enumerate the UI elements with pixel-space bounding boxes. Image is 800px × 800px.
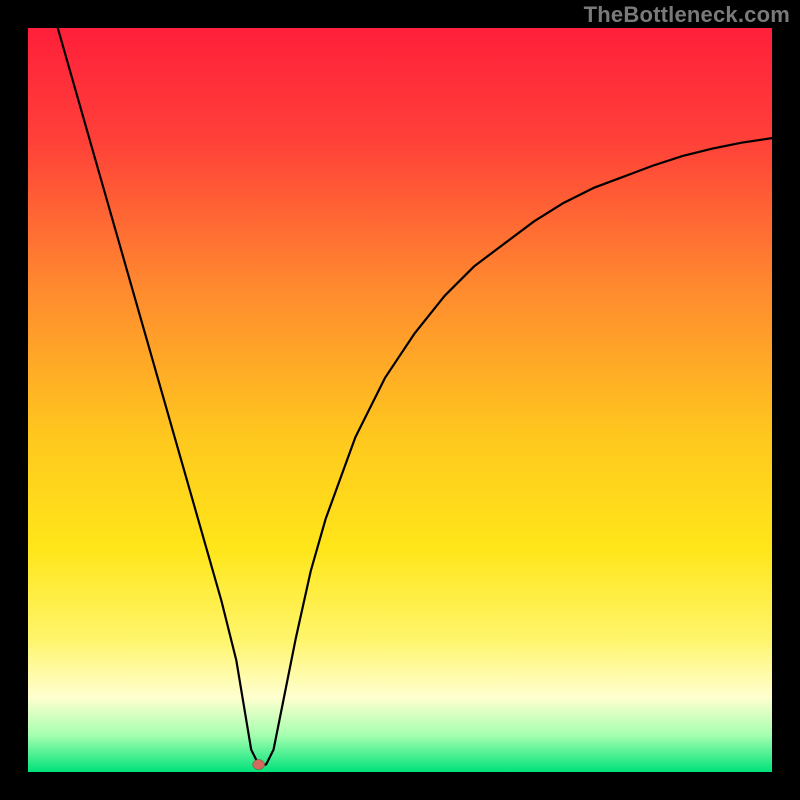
plot-area <box>28 28 772 772</box>
optimal-marker <box>253 760 265 770</box>
gradient-background <box>28 28 772 772</box>
chart-frame: TheBottleneck.com <box>0 0 800 800</box>
chart-svg <box>28 28 772 772</box>
watermark-text: TheBottleneck.com <box>584 2 790 28</box>
